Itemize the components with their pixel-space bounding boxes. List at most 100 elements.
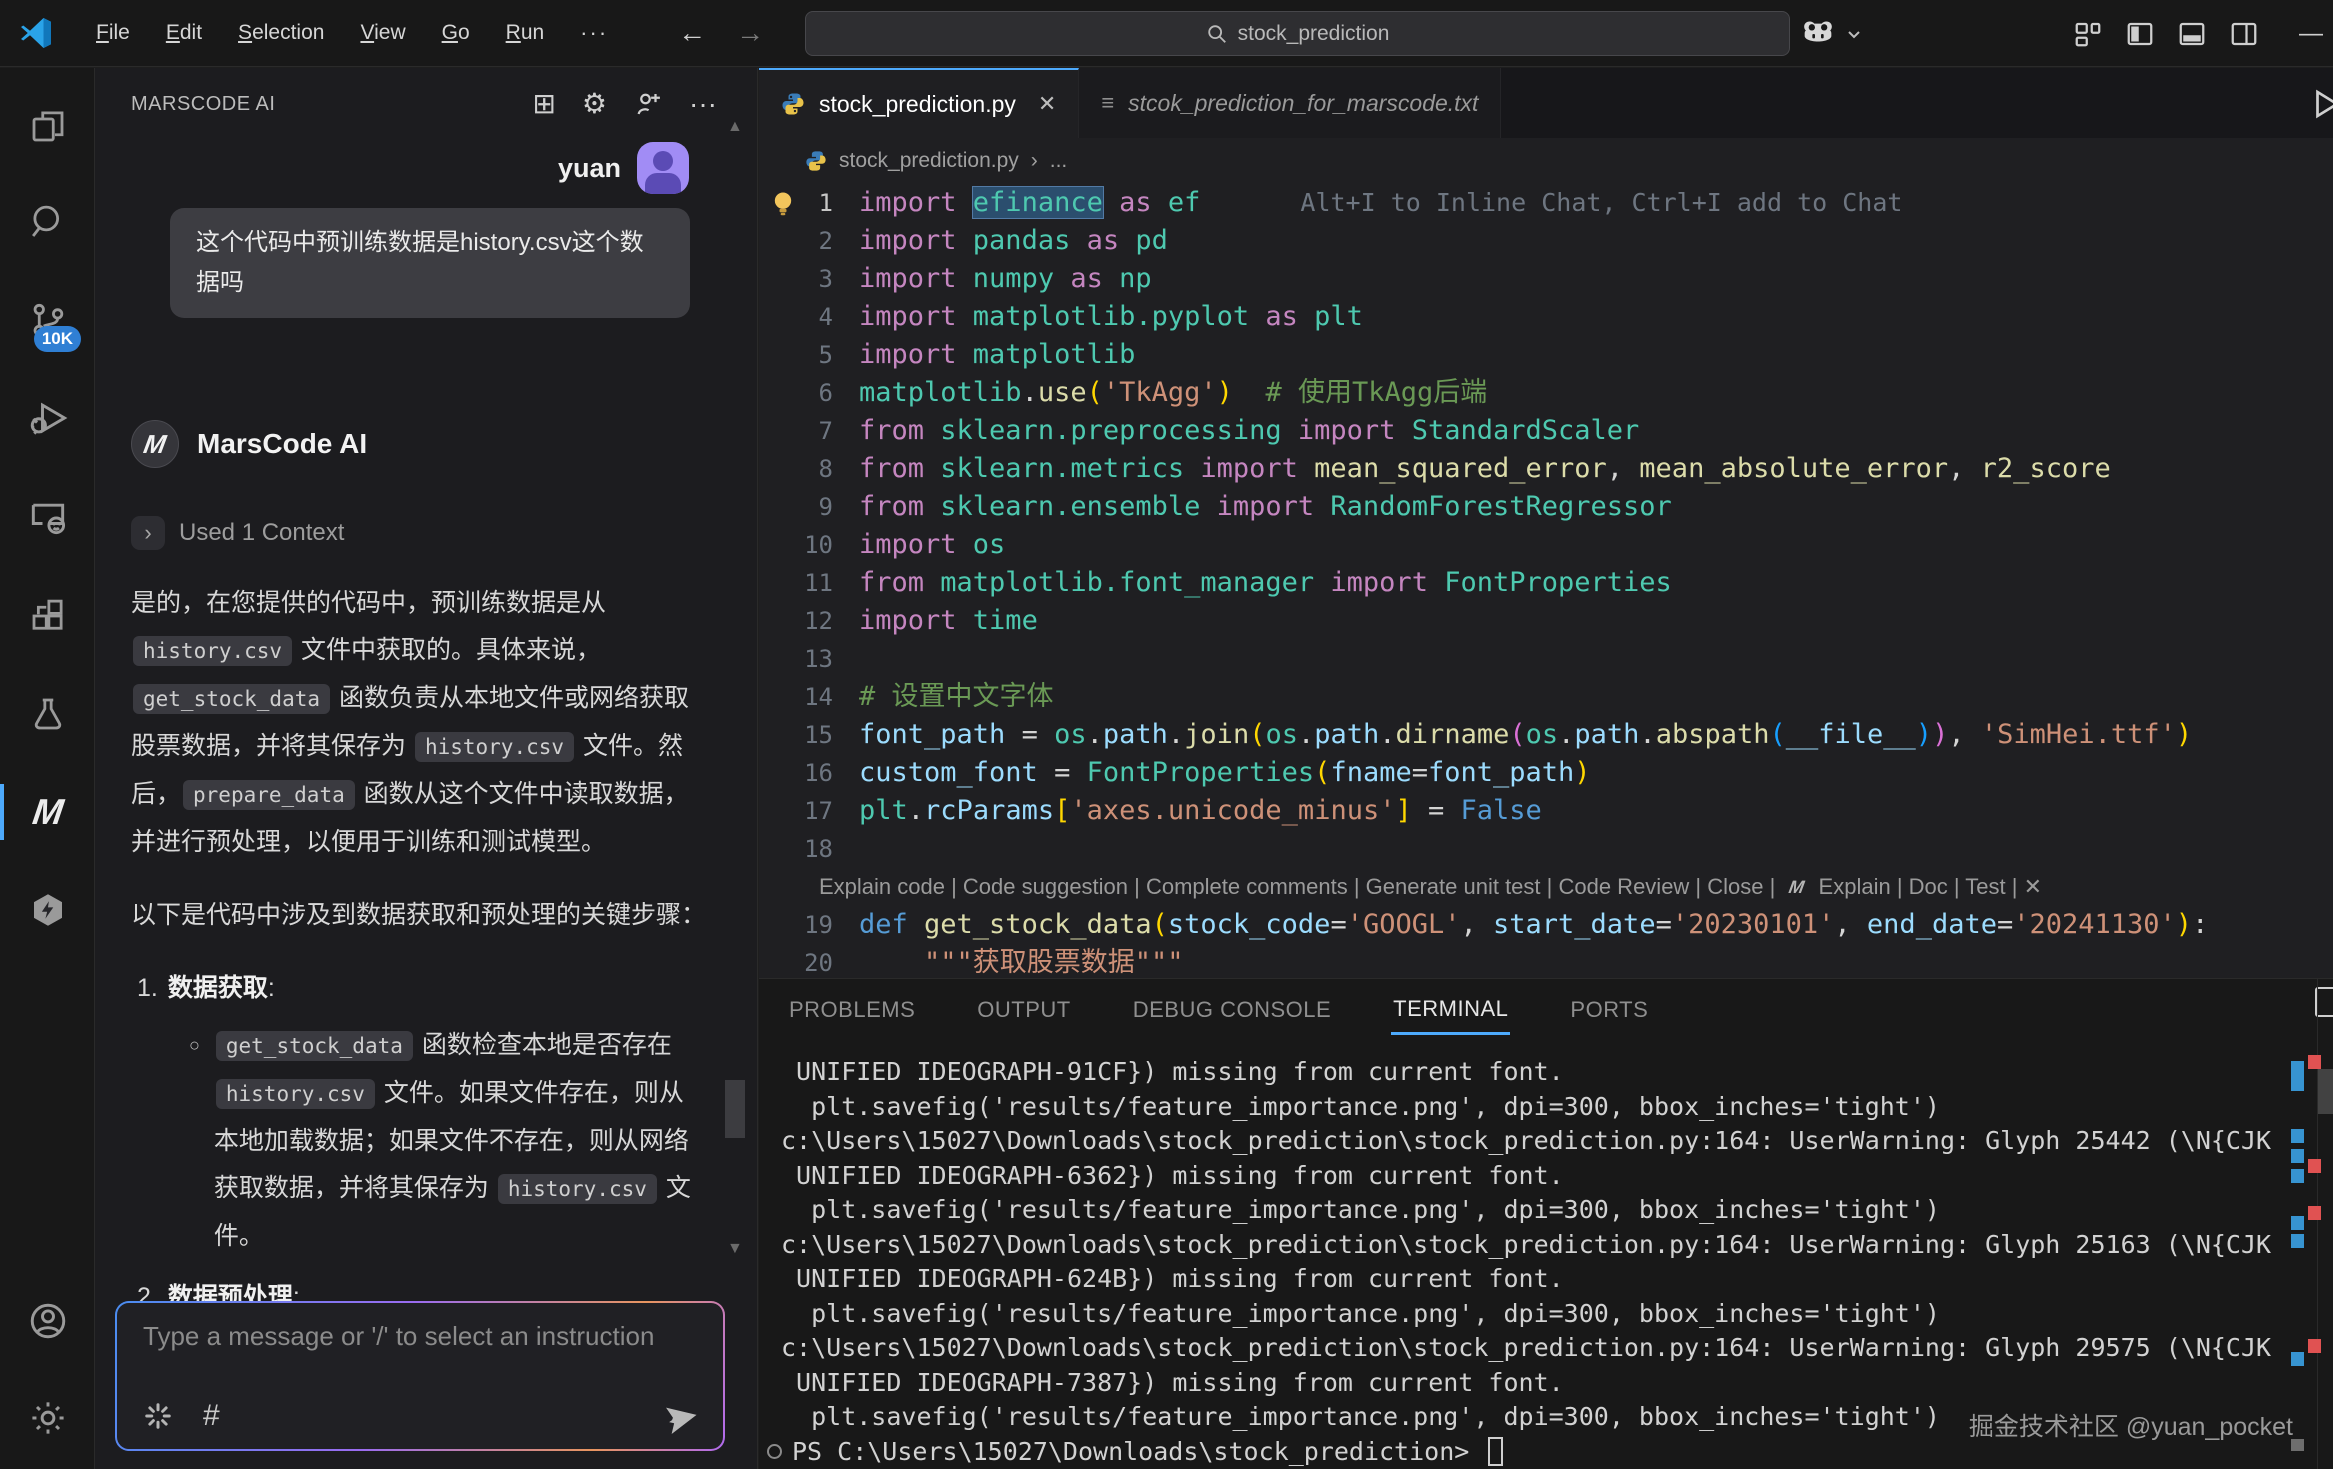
- scroll-down-icon[interactable]: ▼: [727, 1240, 743, 1258]
- marscode-ai-icon[interactable]: M: [0, 774, 95, 850]
- settings-gear-icon[interactable]: [0, 1380, 95, 1456]
- line-number: 3: [759, 260, 859, 298]
- chat-more-icon[interactable]: ···: [689, 90, 717, 118]
- code-line: 18: [759, 830, 2333, 868]
- menu-selection[interactable]: Selection: [224, 15, 338, 51]
- breadcrumb-file[interactable]: stock_prediction.py: [839, 149, 1019, 173]
- sparkle-icon[interactable]: [143, 1401, 173, 1431]
- code-line: 13: [759, 640, 2333, 678]
- answer-list-item: ○get_stock_data 函数检查本地是否存在 history.csv 文…: [189, 1022, 706, 1260]
- menu-view[interactable]: View: [346, 15, 419, 51]
- terminal-line: UNIFIED IDEOGRAPH-624B}) missing from cu…: [781, 1262, 2283, 1297]
- terminal-line: c:\Users\15027\Downloads\stock_predictio…: [781, 1331, 2283, 1366]
- toggle-sidebar-icon[interactable]: [2125, 19, 2155, 49]
- menu-go[interactable]: Go: [428, 15, 484, 51]
- line-number: 5: [759, 336, 859, 374]
- ruler-mark: [2291, 1061, 2304, 1091]
- terminal-line: plt.savefig('results/feature_importance.…: [781, 1090, 2283, 1125]
- new-chat-icon[interactable]: ⊞: [532, 90, 555, 118]
- hash-context-icon[interactable]: #: [203, 1399, 220, 1433]
- run-debug-icon[interactable]: [0, 380, 95, 456]
- line-number: 2: [759, 222, 859, 260]
- extensions-icon[interactable]: [0, 578, 95, 654]
- used-context-toggle[interactable]: › Used 1 Context: [131, 516, 344, 550]
- code-line: 17plt.rcParams['axes.unicode_minus'] = F…: [759, 792, 2333, 830]
- terminal-prompt: PS C:\Users\15027\Downloads\stock_predic…: [792, 1435, 1484, 1469]
- chat-settings-icon[interactable]: ⚙: [582, 90, 607, 118]
- python-icon: [805, 150, 827, 172]
- tab-stock-prediction-py[interactable]: stock_prediction.py ✕: [759, 68, 1079, 138]
- code-line: 7from sklearn.preprocessing import Stand…: [759, 412, 2333, 450]
- chevron-down-icon[interactable]: [1846, 26, 1862, 42]
- tab-stcok-prediction-txt[interactable]: ≡ stcok_prediction_for_marscode.txt: [1079, 68, 1501, 138]
- search-nav-icon[interactable]: [0, 184, 95, 260]
- toggle-secondary-sidebar-icon[interactable]: [2229, 19, 2259, 49]
- menu-edit[interactable]: Edit: [152, 15, 216, 51]
- remote-explorer-icon[interactable]: [0, 480, 95, 556]
- sidebar-scrollbar[interactable]: ▲ ▼: [721, 68, 751, 1469]
- minimize-icon[interactable]: —: [2299, 20, 2323, 48]
- source-control-icon[interactable]: 10K: [0, 282, 95, 358]
- lightbulb-icon[interactable]: [769, 189, 797, 217]
- scroll-up-icon[interactable]: ▲: [727, 118, 743, 136]
- active-indicator: [0, 784, 4, 840]
- code-line: 3import numpy as np: [759, 260, 2333, 298]
- ruler-mark: [2291, 1439, 2304, 1451]
- forward-icon[interactable]: →: [726, 17, 774, 49]
- ruler-mark: [2291, 1129, 2304, 1143]
- tab-terminal[interactable]: TERMINAL: [1391, 986, 1510, 1035]
- inline-code-chip: get_stock_data: [216, 1031, 413, 1061]
- user-name: yuan: [558, 153, 621, 184]
- toggle-panel-icon[interactable]: [2177, 19, 2207, 49]
- inline-actions-row[interactable]: Explain code | Code suggestion | Complet…: [759, 868, 2333, 906]
- ruler-mark: [2291, 1216, 2304, 1230]
- answer-list-heading: 1.数据获取:: [137, 965, 706, 1012]
- text-file-icon: ≡: [1101, 90, 1114, 116]
- code-line: 8from sklearn.metrics import mean_square…: [759, 450, 2333, 488]
- tab-output[interactable]: OUTPUT: [975, 987, 1072, 1033]
- explorer-icon[interactable]: [0, 88, 95, 164]
- package-extension-icon[interactable]: [0, 872, 95, 948]
- title-bar: File Edit Selection View Go Run ··· ← → …: [0, 0, 2333, 67]
- copilot-icon[interactable]: [1798, 14, 1838, 54]
- inline-code-chip: history.csv: [216, 1079, 375, 1109]
- terminal-line: UNIFIED IDEOGRAPH-7387}) missing from cu…: [781, 1366, 2283, 1401]
- inline-code-chip: history.csv: [415, 732, 574, 762]
- sidebar-title: MARSCODE AI: [131, 93, 275, 116]
- terminal-cursor: [1488, 1437, 1503, 1466]
- code-line: 9from sklearn.ensemble import RandomFore…: [759, 488, 2333, 526]
- line-number: 14: [759, 678, 859, 716]
- close-tab-icon[interactable]: ✕: [1038, 91, 1056, 117]
- chat-input-placeholder: Type a message or '/' to select an instr…: [143, 1321, 654, 1352]
- vscode-logo: [18, 15, 54, 51]
- accounts-icon[interactable]: [0, 1283, 95, 1359]
- terminal-line: UNIFIED IDEOGRAPH-91CF}) missing from cu…: [781, 1055, 2283, 1090]
- back-icon[interactable]: ←: [668, 17, 716, 49]
- ruler-mark: [2291, 1149, 2304, 1163]
- send-icon[interactable]: [665, 1401, 699, 1435]
- command-search-box[interactable]: stock_prediction: [805, 11, 1790, 56]
- terminal-scrollbar-thumb[interactable]: [2318, 1069, 2333, 1114]
- customize-layout-icon[interactable]: [2073, 19, 2103, 49]
- code-line: 12import time: [759, 602, 2333, 640]
- tab-problems[interactable]: PROBLEMS: [787, 987, 917, 1033]
- menu-more-icon[interactable]: ···: [566, 14, 622, 52]
- terminal-line: c:\Users\15027\Downloads\stock_predictio…: [781, 1228, 2283, 1263]
- marscode-logo: M: [1786, 868, 1808, 906]
- line-number: 4: [759, 298, 859, 336]
- run-file-icon[interactable]: [2307, 86, 2333, 122]
- testing-icon[interactable]: [0, 676, 95, 752]
- scrollbar-thumb[interactable]: [725, 1080, 745, 1138]
- marscode-ai-panel: MARSCODE AI ⊞ ⚙ ··· yuan 这个代码中预训练数据是hist…: [95, 68, 758, 1469]
- profile-check-icon[interactable]: [633, 89, 663, 119]
- menu-file[interactable]: File: [82, 15, 144, 51]
- tab-debug-console[interactable]: DEBUG CONSOLE: [1131, 987, 1333, 1033]
- menu-run[interactable]: Run: [492, 15, 559, 51]
- code-editor[interactable]: 1import efinance as efAlt+I to Inline Ch…: [759, 184, 2333, 978]
- breadcrumb-more[interactable]: ...: [1050, 149, 1068, 173]
- breadcrumb[interactable]: stock_prediction.py › ...: [759, 138, 2333, 184]
- chat-input[interactable]: Type a message or '/' to select an instr…: [117, 1303, 723, 1449]
- code-line: 1import efinance as efAlt+I to Inline Ch…: [759, 184, 2333, 222]
- tab-ports[interactable]: PORTS: [1568, 987, 1650, 1033]
- editor-area: stock_prediction.py ✕ ≡ stcok_prediction…: [759, 68, 2333, 978]
